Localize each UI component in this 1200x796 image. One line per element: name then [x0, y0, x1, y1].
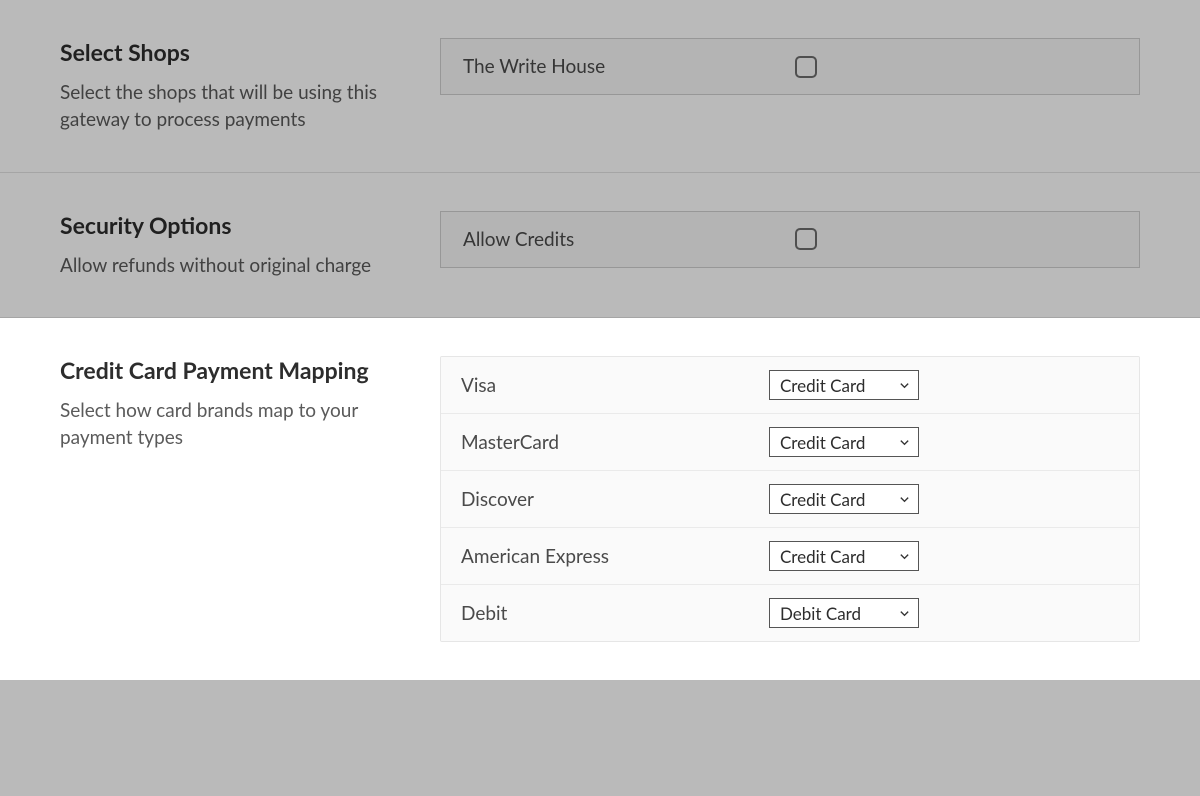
mapping-row-amex: American Express Credit Card [441, 528, 1139, 585]
mapping-row-visa: Visa Credit Card [441, 357, 1139, 414]
mapping-select-amex[interactable]: Credit Card [769, 541, 919, 571]
chevron-down-icon [899, 551, 910, 562]
select-shops-description: Select the shops that will be using this… [60, 79, 400, 134]
mapping-brand-label: MasterCard [461, 431, 769, 454]
section-card-mapping: Credit Card Payment Mapping Select how c… [0, 318, 1200, 680]
mapping-row-discover: Discover Credit Card [441, 471, 1139, 528]
chevron-down-icon [899, 608, 910, 619]
mapping-select-visa[interactable]: Credit Card [769, 370, 919, 400]
card-mapping-description: Select how card brands map to your payme… [60, 397, 400, 452]
chevron-down-icon [899, 437, 910, 448]
mapping-row-mastercard: MasterCard Credit Card [441, 414, 1139, 471]
security-options-title: Security Options [60, 211, 400, 240]
mapping-select-value: Credit Card [780, 546, 865, 567]
security-options-description: Allow refunds without original charge [60, 252, 400, 280]
mapping-select-mastercard[interactable]: Credit Card [769, 427, 919, 457]
mapping-brand-label: Discover [461, 488, 769, 511]
mapping-row-debit: Debit Debit Card [441, 585, 1139, 641]
allow-credits-checkbox[interactable] [795, 228, 817, 250]
mapping-select-value: Credit Card [780, 432, 865, 453]
security-option-label: Allow Credits [463, 228, 715, 251]
shop-option-label: The Write House [463, 55, 715, 78]
chevron-down-icon [899, 380, 910, 391]
mapping-select-value: Debit Card [780, 603, 861, 624]
mapping-select-value: Credit Card [780, 375, 865, 396]
mapping-select-debit[interactable]: Debit Card [769, 598, 919, 628]
section-select-shops: Select Shops Select the shops that will … [0, 0, 1200, 173]
select-shops-title: Select Shops [60, 38, 400, 67]
mapping-brand-label: Visa [461, 374, 769, 397]
shop-option-row: The Write House [440, 38, 1140, 95]
section-security-options: Security Options Allow refunds without o… [0, 173, 1200, 318]
card-mapping-title: Credit Card Payment Mapping [60, 356, 400, 385]
mapping-brand-label: American Express [461, 545, 769, 568]
mapping-brand-label: Debit [461, 602, 769, 625]
mapping-select-value: Credit Card [780, 489, 865, 510]
shop-option-checkbox[interactable] [795, 56, 817, 78]
card-mapping-table: Visa Credit Card MasterCard Credit Card [440, 356, 1140, 642]
security-option-row: Allow Credits [440, 211, 1140, 268]
mapping-select-discover[interactable]: Credit Card [769, 484, 919, 514]
chevron-down-icon [899, 494, 910, 505]
